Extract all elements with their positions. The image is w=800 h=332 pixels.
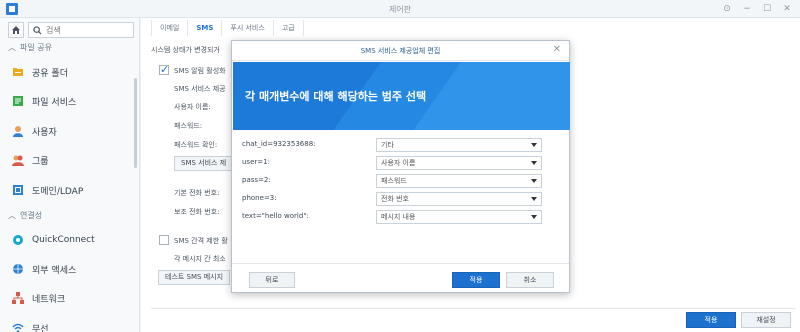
param-label: chat_id=932353688:	[242, 140, 316, 148]
sidebar-item-shared-folder[interactable]: 공유 폴더	[12, 62, 68, 82]
wifi-icon	[12, 323, 24, 332]
dropdown-arrow-icon	[531, 197, 537, 201]
sidebar-item-external-access[interactable]: 외부 액세스	[12, 259, 76, 279]
window-controls: ⊙ − ☐ ✕	[718, 2, 796, 16]
sidebar-scrollbar[interactable]	[134, 78, 137, 168]
search-box[interactable]	[28, 22, 134, 38]
section-label: 파일 공유	[20, 43, 52, 52]
username-label: 사용자 이름:	[174, 103, 211, 111]
dropdown-arrow-icon	[531, 179, 537, 183]
tab-email[interactable]: 이메일	[151, 20, 189, 36]
status-change-text: 시스템 상태가 변경되거	[151, 46, 220, 54]
dialog-banner: 각 매개변수에 대해 해당하는 범주 선택	[233, 62, 570, 130]
tab-push-service[interactable]: 푸시 서비스	[222, 20, 274, 36]
tab-sms[interactable]: SMS	[188, 20, 223, 36]
dropdown-arrow-icon	[531, 143, 537, 147]
home-icon	[12, 26, 20, 34]
search-icon	[33, 25, 42, 35]
param-label: phone=3:	[242, 194, 277, 202]
minimize-icon[interactable]: −	[738, 2, 756, 16]
close-icon[interactable]: ✕	[778, 2, 796, 16]
footer-divider	[151, 308, 796, 309]
dialog-cancel-button[interactable]: 취소	[506, 272, 554, 288]
dialog-apply-button[interactable]: 적용	[452, 272, 500, 288]
sidebar-item-group[interactable]: 그룹	[12, 150, 49, 170]
file-services-icon	[13, 96, 23, 106]
tab-advanced[interactable]: 고급	[274, 20, 304, 36]
chevron-up-icon: ︿	[8, 211, 16, 220]
sidebar-item-domain-ldap[interactable]: 도메인/LDAP	[12, 180, 83, 200]
window-title: 제어판	[388, 5, 412, 14]
param-row: phone=3: 전화 번호	[242, 192, 552, 206]
param-category-select[interactable]: 패스워드	[376, 174, 542, 188]
quickconnect-icon	[13, 235, 23, 245]
section-header-file-sharing[interactable]: ︿ 파일 공유	[8, 42, 52, 53]
search-input[interactable]	[46, 25, 126, 35]
param-row: user=1: 사용자 이름	[242, 156, 552, 170]
edit-sms-provider-dialog: SMS 서비스 제공업체 편집 ✕ 각 매개변수에 대해 해당하는 범주 선택 …	[231, 40, 570, 293]
window-titlebar: 제어판 ⊙ − ☐ ✕	[0, 0, 800, 18]
section-header-connectivity[interactable]: ︿ 연결성	[8, 210, 42, 221]
home-button[interactable]	[8, 22, 24, 38]
dropdown-arrow-icon	[531, 215, 537, 219]
param-row: chat_id=932353688: 기타	[242, 138, 552, 152]
param-category-select[interactable]: 전화 번호	[376, 192, 542, 206]
sms-interval-checkbox[interactable]	[159, 235, 169, 245]
interval-text: 각 메시지 간 최소	[174, 255, 226, 263]
primary-phone-label: 기본 전화 번호:	[174, 189, 220, 197]
dropdown-arrow-icon	[531, 161, 537, 165]
network-icon	[12, 292, 24, 304]
domain-ldap-icon	[13, 185, 23, 195]
param-label: user=1:	[242, 158, 270, 166]
back-button[interactable]: 뒤로	[249, 272, 295, 288]
provider-label: SMS 서비스 제공	[174, 85, 226, 93]
dialog-footer-divider	[232, 263, 569, 264]
dialog-close-icon[interactable]: ✕	[553, 44, 561, 55]
section-label: 연결성	[20, 211, 43, 220]
param-category-select[interactable]: 사용자 이름	[376, 156, 542, 170]
param-row: text="hello world": 메시지 내용	[242, 210, 552, 224]
add-provider-button[interactable]: SMS 서비스 제	[174, 156, 234, 171]
sidebar-item-quickconnect[interactable]: QuickConnect	[12, 230, 95, 250]
dialog-heading: 각 매개변수에 대해 해당하는 범주 선택	[245, 90, 427, 103]
param-label: pass=2:	[242, 176, 271, 184]
secondary-phone-label: 보조 전화 번호:	[174, 208, 220, 216]
maximize-icon[interactable]: ☐	[758, 2, 776, 16]
enable-sms-label: SMS 알림 활성화	[174, 67, 226, 75]
test-sms-button[interactable]: 테스트 SMS 메시지	[158, 270, 231, 285]
tab-bar: 이메일 SMS 푸시 서비스 고급	[151, 20, 304, 36]
chevron-up-icon: ︿	[8, 43, 16, 52]
pin-icon[interactable]: ⊙	[718, 2, 736, 16]
sidebar-item-user[interactable]: 사용자	[12, 121, 57, 141]
param-row: pass=2: 패스워드	[242, 174, 552, 188]
sms-interval-label: SMS 간격 제한 활	[174, 237, 228, 245]
reset-button[interactable]: 재설정	[741, 312, 791, 328]
sidebar-item-wireless[interactable]: 무선	[12, 318, 49, 332]
param-label: text="hello world":	[242, 212, 309, 220]
globe-icon	[13, 264, 23, 274]
param-category-select[interactable]: 메시지 내용	[376, 210, 542, 224]
dialog-title: SMS 서비스 제공업체 편집	[232, 41, 569, 61]
apply-button[interactable]: 적용	[686, 312, 736, 328]
password-label: 패스워드:	[174, 122, 203, 130]
sidebar: ︿ 파일 공유 공유 폴더 파일 서비스 사용자 그룹 도메인/LDAP ︿ 연…	[0, 18, 140, 332]
group-icon	[12, 155, 24, 166]
user-icon	[13, 126, 23, 137]
sidebar-item-network[interactable]: 네트워크	[12, 288, 65, 308]
password-confirm-label: 패스워드 확인:	[174, 141, 218, 149]
sidebar-item-file-services[interactable]: 파일 서비스	[12, 91, 76, 111]
param-category-select[interactable]: 기타	[376, 138, 542, 152]
enable-sms-checkbox[interactable]	[159, 63, 169, 76]
shared-folder-icon	[13, 68, 23, 76]
